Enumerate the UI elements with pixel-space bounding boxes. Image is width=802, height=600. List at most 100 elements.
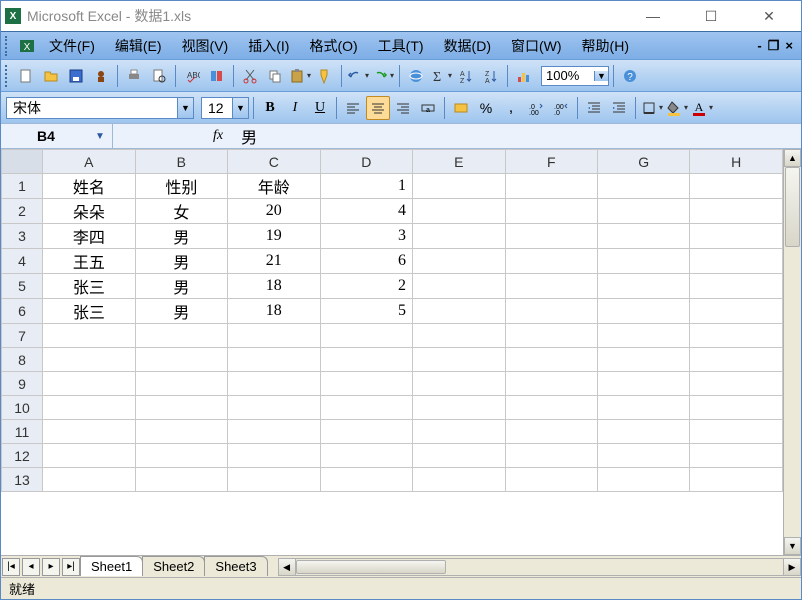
cell[interactable] [598, 174, 690, 199]
cell[interactable]: 李四 [43, 224, 135, 249]
decrease-indent-button[interactable] [582, 96, 606, 120]
cell[interactable] [228, 420, 320, 444]
app-icon[interactable]: X [15, 34, 39, 58]
name-box[interactable]: ▼ [1, 124, 113, 148]
cell[interactable] [505, 348, 597, 372]
redo-button[interactable] [371, 64, 395, 88]
row-header[interactable]: 13 [2, 468, 43, 492]
cell[interactable]: 男 [135, 224, 227, 249]
cell[interactable] [505, 420, 597, 444]
cell[interactable] [228, 468, 320, 492]
cell[interactable] [598, 468, 690, 492]
cell[interactable]: 男 [135, 249, 227, 274]
cell[interactable] [320, 420, 412, 444]
font-name-combo[interactable]: ▼ [6, 97, 194, 119]
cell[interactable] [413, 420, 505, 444]
row-header[interactable]: 7 [2, 324, 43, 348]
column-header[interactable]: G [598, 150, 690, 174]
column-header[interactable]: D [320, 150, 412, 174]
maximize-button[interactable]: ☐ [691, 8, 731, 25]
cell[interactable] [598, 372, 690, 396]
cell[interactable]: 3 [320, 224, 412, 249]
print-button[interactable] [122, 64, 146, 88]
cell[interactable] [413, 324, 505, 348]
cell[interactable] [690, 224, 783, 249]
cell[interactable] [505, 468, 597, 492]
menu-file[interactable]: 文件(F) [39, 34, 105, 58]
cut-button[interactable] [238, 64, 262, 88]
prev-sheet-button[interactable]: ◂ [22, 558, 40, 576]
column-header[interactable]: A [43, 150, 135, 174]
row-header[interactable]: 8 [2, 348, 43, 372]
last-sheet-button[interactable]: ▸| [62, 558, 80, 576]
font-name-dropdown[interactable]: ▼ [177, 98, 193, 118]
cell[interactable] [413, 274, 505, 299]
font-color-button[interactable]: A [690, 96, 714, 120]
cell[interactable] [690, 324, 783, 348]
cell[interactable]: 朵朵 [43, 199, 135, 224]
horizontal-scrollbar[interactable]: ◀ ▶ [278, 558, 801, 576]
cell[interactable] [135, 468, 227, 492]
name-box-input[interactable] [1, 128, 91, 144]
hscroll-thumb[interactable] [296, 560, 446, 574]
cell[interactable] [43, 396, 135, 420]
italic-button[interactable]: I [283, 96, 307, 120]
save-button[interactable] [64, 64, 88, 88]
cell[interactable]: 6 [320, 249, 412, 274]
scroll-right-button[interactable]: ▶ [783, 558, 801, 576]
cell[interactable] [413, 444, 505, 468]
font-size-combo[interactable]: ▼ [201, 97, 249, 119]
cell[interactable] [690, 274, 783, 299]
vertical-scrollbar[interactable]: ▲ ▼ [783, 149, 801, 555]
paste-button[interactable] [288, 64, 312, 88]
cell[interactable] [228, 396, 320, 420]
zoom-dropdown[interactable]: ▼ [594, 71, 608, 81]
cell[interactable] [43, 444, 135, 468]
scroll-up-button[interactable]: ▲ [784, 149, 801, 167]
cell[interactable]: 年龄 [228, 174, 320, 199]
percent-button[interactable]: % [474, 96, 498, 120]
cell[interactable] [505, 444, 597, 468]
cell[interactable] [413, 224, 505, 249]
cell[interactable] [413, 299, 505, 324]
spreadsheet-grid[interactable]: ABCDEFGH 1姓名性别年龄12朵朵女2043李四男1934王五男2165张… [1, 149, 783, 492]
cell[interactable]: 张三 [43, 299, 135, 324]
cell[interactable] [505, 174, 597, 199]
cell[interactable]: 性别 [135, 174, 227, 199]
increase-indent-button[interactable] [607, 96, 631, 120]
align-left-button[interactable] [341, 96, 365, 120]
cell[interactable]: 男 [135, 274, 227, 299]
cell[interactable] [320, 324, 412, 348]
cell[interactable]: 张三 [43, 274, 135, 299]
cell[interactable] [43, 372, 135, 396]
new-button[interactable] [14, 64, 38, 88]
currency-button[interactable] [449, 96, 473, 120]
menu-view[interactable]: 视图(V) [172, 34, 239, 58]
cell[interactable]: 18 [228, 274, 320, 299]
first-sheet-button[interactable]: |◂ [2, 558, 20, 576]
mdi-minimize-button[interactable]: - [757, 38, 761, 54]
cell[interactable] [598, 420, 690, 444]
align-center-button[interactable] [366, 96, 390, 120]
menu-format[interactable]: 格式(O) [299, 34, 367, 58]
autosum-button[interactable]: Σ [429, 64, 453, 88]
minimize-button[interactable]: — [633, 8, 673, 25]
cell[interactable] [320, 468, 412, 492]
cell[interactable] [598, 274, 690, 299]
sheet-tab[interactable]: Sheet3 [204, 556, 267, 576]
cell[interactable] [135, 420, 227, 444]
column-header[interactable]: E [413, 150, 505, 174]
cell[interactable] [43, 468, 135, 492]
scroll-thumb[interactable] [785, 167, 800, 247]
chart-wizard-button[interactable] [512, 64, 536, 88]
formula-value[interactable]: 男 [229, 124, 257, 148]
cell[interactable] [413, 199, 505, 224]
cell[interactable] [690, 420, 783, 444]
cell[interactable] [413, 396, 505, 420]
select-all-corner[interactable] [2, 150, 43, 174]
row-header[interactable]: 5 [2, 274, 43, 299]
column-header[interactable]: B [135, 150, 227, 174]
sort-asc-button[interactable]: AZ [454, 64, 478, 88]
cell[interactable] [43, 420, 135, 444]
increase-decimal-button[interactable]: .0.00 [524, 96, 548, 120]
